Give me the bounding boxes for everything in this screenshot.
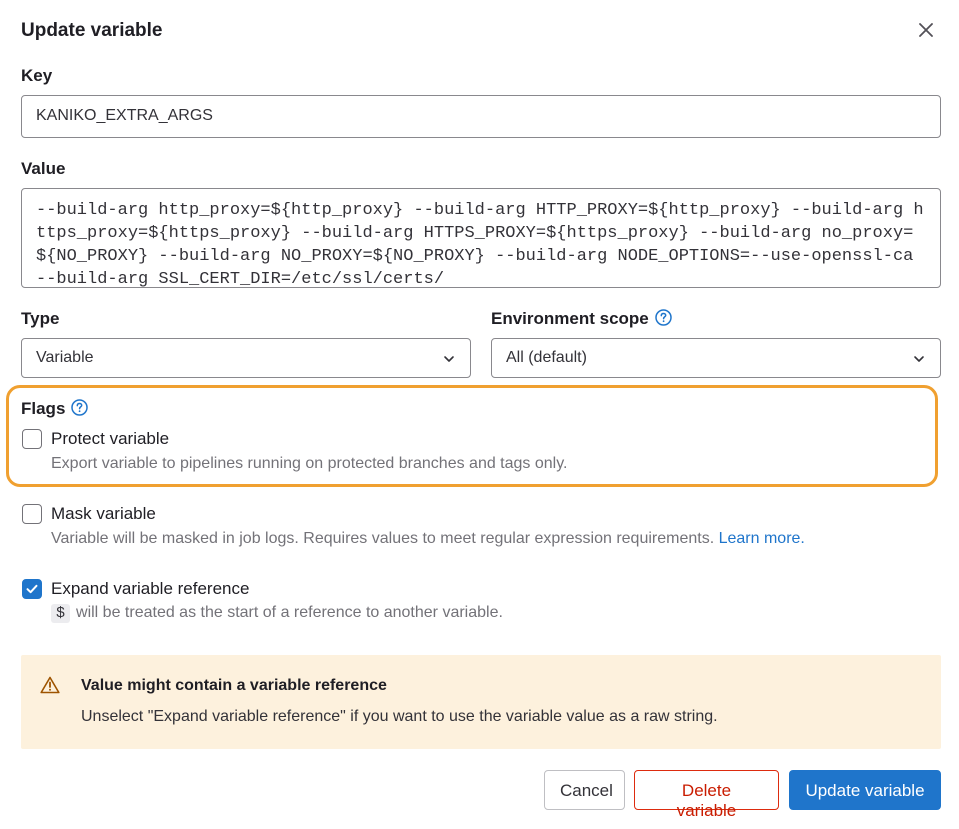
mask-variable-help: Variable will be masked in job logs. Req… (51, 530, 805, 548)
expand-variable-reference-help: $ will be treated as the start of a refer… (51, 604, 503, 623)
delete-variable-button[interactable]: Delete variable (634, 770, 779, 820)
expand-variable-reference-checkbox[interactable] (22, 579, 42, 599)
mask-variable-checkbox[interactable] (22, 504, 42, 524)
close-icon (919, 23, 933, 37)
type-label: Type (21, 309, 60, 328)
value-textarea[interactable]: --build-arg http_proxy=${http_proxy} --b… (21, 188, 941, 288)
environment-scope-label: Environment scope (491, 309, 672, 331)
environment-scope-select-value: All (default) (506, 349, 587, 366)
flags-label-text: Flags (21, 399, 66, 418)
question-circle-icon[interactable] (655, 309, 672, 331)
update-variable-button[interactable]: Update variable (789, 770, 941, 810)
checkmark-icon (26, 584, 38, 594)
mask-variable-label: Mask variable (51, 504, 156, 523)
chevron-down-icon (914, 356, 924, 362)
environment-scope-label-text: Environment scope (491, 309, 649, 328)
expand-variable-reference-label: Expand variable reference (51, 579, 250, 598)
value-label: Value (21, 159, 66, 178)
expand-variable-reference-help-text: will be treated as the start of a refere… (76, 604, 503, 621)
mask-variable-help-text: Variable will be masked in job logs. Req… (51, 530, 715, 547)
type-select[interactable]: Variable (21, 338, 471, 378)
warning-icon (40, 676, 60, 694)
dollar-code-chip: $ (51, 604, 71, 623)
cancel-button[interactable]: Cancel (544, 770, 625, 810)
environment-scope-select[interactable]: All (default) (491, 338, 941, 378)
key-label: Key (21, 66, 53, 85)
alert-body: Unselect "Expand variable reference" if … (81, 708, 718, 725)
modal-title: Update variable (21, 20, 163, 41)
key-input[interactable]: KANIKO_EXTRA_ARGS (21, 95, 941, 138)
flags-label: Flags (21, 399, 89, 421)
protect-variable-checkbox[interactable] (22, 429, 42, 449)
chevron-down-icon (444, 356, 454, 362)
alert-title: Value might contain a variable reference (81, 677, 387, 694)
question-circle-icon[interactable] (71, 399, 89, 421)
protect-variable-help: Export variable to pipelines running on … (51, 455, 568, 472)
learn-more-link[interactable]: Learn more. (719, 530, 805, 547)
protect-variable-label: Protect variable (51, 429, 170, 448)
close-button[interactable] (910, 14, 942, 46)
warning-alert: Value might contain a variable reference… (21, 655, 941, 749)
type-select-value: Variable (36, 349, 94, 366)
